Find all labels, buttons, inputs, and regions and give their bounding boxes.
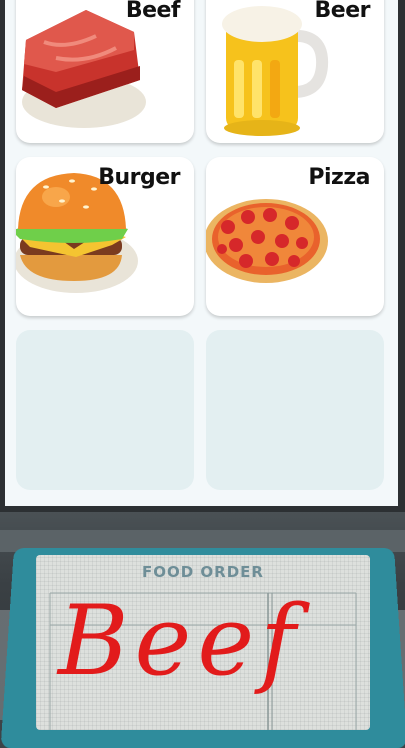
menu-screen: Beef Beer Burger Pizza [0,0,405,512]
menu-item-label: Burger [98,165,180,190]
menu-item-burger[interactable]: Burger [16,157,194,316]
menu-item-beer[interactable]: Beer [206,0,384,143]
order-heading: FOOD ORDER [142,563,264,581]
food-order-ticket: FOOD ORDER Beef [36,555,370,730]
menu-grid: Beef Beer Burger Pizza [5,0,398,506]
empty-menu-slot [206,330,384,490]
menu-item-pizza[interactable]: Pizza [206,157,384,316]
empty-menu-slot [16,330,194,490]
menu-item-beef[interactable]: Beef [16,0,194,143]
menu-item-label: Beef [125,0,181,23]
menu-item-label: Beer [314,0,371,23]
menu-item-label: Pizza [308,165,370,190]
handwritten-order-item: Beef [58,585,302,697]
